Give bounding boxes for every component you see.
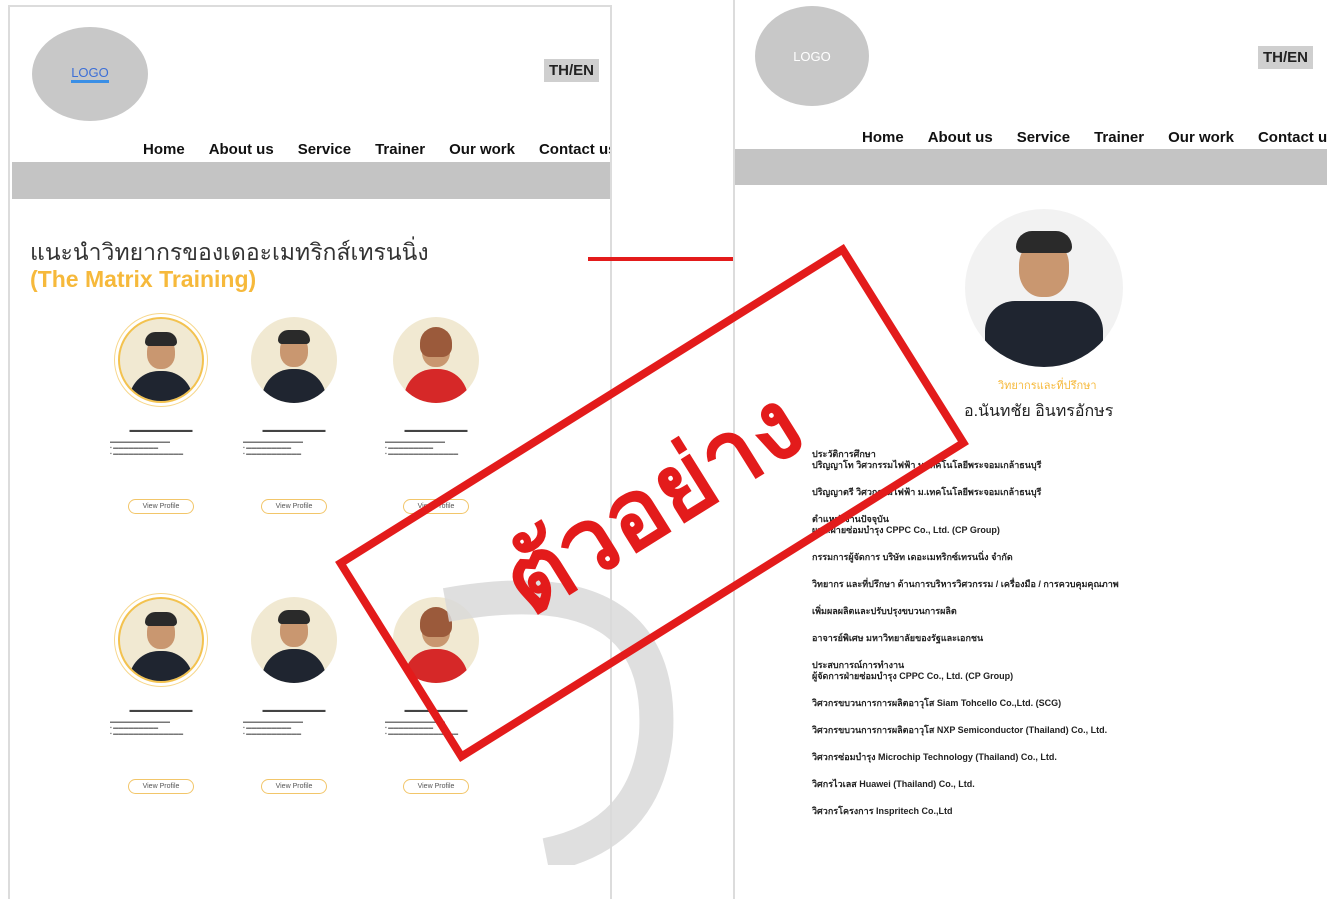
- trainer-avatar[interactable]: [251, 597, 337, 683]
- trainer-desc: ▬▬▬▬▬▬▬▬▬▬▬▬ ▪ ▬▬▬▬▬▬▬▬▬ ▪ ▬▬▬▬▬▬▬▬▬▬▬▬▬▬: [110, 719, 184, 737]
- view-profile-button[interactable]: View Profile: [127, 779, 195, 794]
- banner: [12, 162, 610, 199]
- nav-service[interactable]: Service: [298, 141, 351, 158]
- trainer-avatar[interactable]: [118, 317, 204, 403]
- bio-line: อาจารย์พิเศษ มหาวิทยาลัยของรัฐและเอกชน: [812, 633, 984, 643]
- nav-our-work[interactable]: Our work: [1168, 129, 1234, 146]
- avatar-hair: [145, 332, 177, 346]
- trainer-avatar[interactable]: [393, 317, 479, 403]
- bio-item: วิศวกรซ่อมบำรุง Microchip Technology (Th…: [812, 752, 1312, 763]
- logo-text: LOGO: [71, 65, 109, 83]
- portrait-body: [985, 301, 1103, 367]
- bio-line: วิทยากร และที่ปรึกษา ด้านการบริหารวิศวกร…: [812, 579, 1119, 589]
- bio-item: เพิ่มผลผลิตและปรับปรุงขบวนการผลิต: [812, 606, 1312, 617]
- bio-line: ผู้จัดการฝ่ายซ่อมบำรุง CPPC Co., Ltd. (C…: [812, 671, 1014, 681]
- banner: [735, 149, 1327, 185]
- avatar-hair: [278, 610, 310, 624]
- nav-trainer[interactable]: Trainer: [375, 141, 425, 158]
- nav-home[interactable]: Home: [143, 141, 185, 158]
- trainer-name: อ.นันทชัย อินทรอักษร: [964, 403, 1114, 420]
- trainer-desc: ▬▬▬▬▬▬▬▬▬▬▬▬ ▪ ▬▬▬▬▬▬▬▬▬ ▪ ▬▬▬▬▬▬▬▬▬▬▬: [243, 439, 303, 457]
- trainer-card: ▬▬▬▬▬▬▬▬▬ ▬▬▬▬▬▬▬▬▬▬▬▬ ▪ ▬▬▬▬▬▬▬▬▬ ▪ ▬▬▬▬▬…: [239, 597, 349, 794]
- bio-line: วิศวกรขบวนการการผลิตอาวุโส Siam Tohcello…: [812, 698, 1062, 708]
- trainer-portrait: [965, 209, 1123, 367]
- nav-contact-us[interactable]: Contact us: [1258, 129, 1327, 146]
- bio-line: ตำแหน่งงานปัจจุบัน: [812, 514, 889, 524]
- bio-item: วิศกรไวเลส Huawei (Thailand) Co., Ltd.: [812, 779, 1312, 790]
- trainer-desc: ▬▬▬▬▬▬▬▬▬▬▬▬ ▪ ▬▬▬▬▬▬▬▬▬ ▪ ▬▬▬▬▬▬▬▬▬▬▬▬▬▬: [110, 439, 184, 457]
- trainer-name: ▬▬▬▬▬▬▬▬▬: [404, 427, 468, 434]
- bio-line: เพิ่มผลผลิตและปรับปรุงขบวนการผลิต: [812, 606, 957, 616]
- trainer-name: ▬▬▬▬▬▬▬▬▬: [262, 427, 326, 434]
- trainer-name: ▬▬▬▬▬▬▬▬▬: [262, 707, 326, 714]
- bio-item: ประสบการณ์การทำงาน ผู้จัดการฝ่ายซ่อมบำรุง…: [812, 660, 1312, 682]
- trainer-avatar[interactable]: [118, 597, 204, 683]
- trainer-card: ▬▬▬▬▬▬▬▬▬ ▬▬▬▬▬▬▬▬▬▬▬▬ ▪ ▬▬▬▬▬▬▬▬▬ ▪ ▬▬▬▬▬…: [106, 597, 216, 794]
- bio-item: อาจารย์พิเศษ มหาวิทยาลัยของรัฐและเอกชน: [812, 633, 1312, 644]
- trainer-desc: ▬▬▬▬▬▬▬▬▬▬▬▬ ▪ ▬▬▬▬▬▬▬▬▬ ▪ ▬▬▬▬▬▬▬▬▬▬▬: [243, 719, 303, 737]
- bio-item: วิศวกรโครงการ Inspritech Co.,Ltd: [812, 806, 1312, 817]
- trainer-avatar[interactable]: [251, 317, 337, 403]
- bio-item: ตำแหน่งงานปัจจุบัน ผจก.ฝ่ายซ่อมบำรุง CPPC…: [812, 514, 1312, 536]
- bio-item: กรรมการผู้จัดการ บริษัท เดอะเมทริกซ์เทรน…: [812, 552, 1312, 563]
- avatar-body: [262, 649, 326, 683]
- logo[interactable]: LOGO: [755, 6, 869, 106]
- main-nav: Home About us Service Trainer Our work C…: [862, 129, 1327, 146]
- trainer-desc: ▬▬▬▬▬▬▬▬▬▬▬▬ ▪ ▬▬▬▬▬▬▬▬▬ ▪ ▬▬▬▬▬▬▬▬▬▬▬▬▬▬: [385, 439, 459, 457]
- view-profile-button[interactable]: View Profile: [260, 779, 328, 794]
- avatar-hair: [278, 330, 310, 344]
- avatar-hair: [145, 612, 177, 626]
- nav-trainer[interactable]: Trainer: [1094, 129, 1144, 146]
- nav-about-us[interactable]: About us: [209, 141, 274, 158]
- avatar-body: [129, 651, 193, 681]
- bio-item: วิศวกรขบวนการการผลิตอาวุโส NXP Semicondu…: [812, 725, 1312, 736]
- bio-line: วิศวกรขบวนการการผลิตอาวุโส NXP Semicondu…: [812, 725, 1108, 735]
- avatar-hair: [420, 327, 452, 357]
- nav-home[interactable]: Home: [862, 129, 904, 146]
- logo[interactable]: LOGO: [32, 27, 148, 121]
- trainer-bio: ประวัติการศึกษา ปริญญาโท วิศวกรรมไฟฟ้า ม.…: [812, 449, 1312, 817]
- view-profile-button[interactable]: View Profile: [127, 499, 195, 514]
- main-nav: Home About us Service Trainer Our work C…: [143, 141, 610, 158]
- avatar-body: [129, 371, 193, 401]
- avatar-body: [404, 369, 468, 403]
- view-profile-button[interactable]: View Profile: [260, 499, 328, 514]
- trainer-name: ▬▬▬▬▬▬▬▬▬: [129, 427, 193, 434]
- bio-item: วิศวกรขบวนการการผลิตอาวุโส Siam Tohcello…: [812, 698, 1312, 709]
- trainer-name: ▬▬▬▬▬▬▬▬▬: [129, 707, 193, 714]
- bio-line: วิศกรไวเลส Huawei (Thailand) Co., Ltd.: [812, 779, 975, 789]
- bio-line: ผจก.ฝ่ายซ่อมบำรุง CPPC Co., Ltd. (CP Gro…: [812, 525, 1000, 535]
- bio-line: กรรมการผู้จัดการ บริษัท เดอะเมทริกซ์เทรน…: [812, 552, 1013, 562]
- bio-line: ประสบการณ์การทำงาน: [812, 660, 905, 670]
- bio-line: วิศวกรซ่อมบำรุง Microchip Technology (Th…: [812, 752, 1057, 762]
- avatar-body: [262, 369, 326, 403]
- bio-line: วิศวกรโครงการ Inspritech Co.,Ltd: [812, 806, 953, 816]
- nav-contact-us[interactable]: Contact us: [539, 141, 610, 158]
- bio-item: วิทยากร และที่ปรึกษา ด้านการบริหารวิศวกร…: [812, 579, 1312, 590]
- trainer-role: วิทยากรและที่ปรึกษา: [998, 380, 1097, 392]
- nav-service[interactable]: Service: [1017, 129, 1070, 146]
- nav-about-us[interactable]: About us: [928, 129, 993, 146]
- page-subtitle: (The Matrix Training): [30, 266, 257, 292]
- language-toggle[interactable]: TH/EN: [544, 59, 599, 82]
- trainer-card: ▬▬▬▬▬▬▬▬▬ ▬▬▬▬▬▬▬▬▬▬▬▬ ▪ ▬▬▬▬▬▬▬▬▬ ▪ ▬▬▬▬▬…: [239, 317, 349, 514]
- language-toggle[interactable]: TH/EN: [1258, 46, 1313, 69]
- trainer-card: ▬▬▬▬▬▬▬▬▬ ▬▬▬▬▬▬▬▬▬▬▬▬ ▪ ▬▬▬▬▬▬▬▬▬ ▪ ▬▬▬▬▬…: [106, 317, 216, 514]
- nav-our-work[interactable]: Our work: [449, 141, 515, 158]
- portrait-hair: [1016, 231, 1072, 253]
